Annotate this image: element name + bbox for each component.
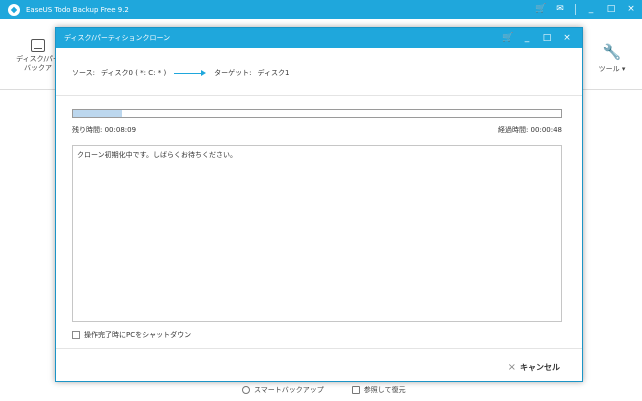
app-title: EaseUS Todo Backup Free 9.2 xyxy=(26,5,129,14)
dialog-cart-icon[interactable]: 🛒 xyxy=(502,33,513,43)
arrow-right-icon xyxy=(174,69,207,77)
elapsed-time-value: 00:00:48 xyxy=(530,126,562,134)
tools-button[interactable]: 🔧 ツール ▾ xyxy=(594,44,630,74)
source-target-row: ソース: ディスク0 ( *: C: * ) ターゲット: ディスク1 xyxy=(72,68,290,78)
target-label: ターゲット: xyxy=(214,69,252,77)
elapsed-time: 経過時間: 00:00:48 xyxy=(498,125,562,135)
disk-icon xyxy=(31,39,45,52)
feedback-icon[interactable]: ✉ xyxy=(555,5,565,14)
cancel-button[interactable]: × キャンセル xyxy=(508,362,560,373)
cancel-label: キャンセル xyxy=(520,363,560,372)
bottom-links: スマートバックアップ 参照して復元 xyxy=(242,385,406,395)
titlebar-separator xyxy=(575,4,576,15)
dialog-minimize-button[interactable]: _ xyxy=(522,33,532,43)
log-text: クローン初期化中です。しばらくお待ちください。 xyxy=(77,151,237,159)
source-label: ソース: xyxy=(72,69,96,77)
smart-backup-link[interactable]: スマートバックアップ xyxy=(242,385,324,395)
app-logo-icon xyxy=(8,3,20,16)
close-button[interactable]: × xyxy=(626,5,636,14)
dialog-maximize-button[interactable]: □ xyxy=(542,33,552,43)
remaining-time: 残り時間: 00:08:09 xyxy=(72,125,136,135)
app-window-controls: 🛒 ✉ _ □ × xyxy=(535,0,636,19)
dialog-title: ディスク/パーティションクローン xyxy=(64,34,171,42)
folder-icon xyxy=(351,386,360,394)
source-value: ディスク0 ( *: C: * ) xyxy=(101,69,167,77)
target-value: ディスク1 xyxy=(257,69,290,77)
maximize-button[interactable]: □ xyxy=(606,5,616,14)
browse-restore-link[interactable]: 参照して復元 xyxy=(351,385,406,395)
wrench-icon: 🔧 xyxy=(602,43,622,61)
dialog-close-button[interactable]: × xyxy=(562,33,572,43)
elapsed-time-label: 経過時間: xyxy=(497,126,529,134)
cart-icon[interactable]: 🛒 xyxy=(535,5,546,14)
tools-label: ツール ▾ xyxy=(598,65,626,73)
shutdown-option[interactable]: 操作完了時にPCをシャットダウン xyxy=(72,330,191,340)
shutdown-checkbox[interactable] xyxy=(72,331,80,339)
dialog-window-controls: 🛒 _ □ × xyxy=(502,28,572,48)
clone-dialog: ディスク/パーティションクローン 🛒 _ □ × ソース: ディスク0 ( *:… xyxy=(55,27,583,382)
app-titlebar: EaseUS Todo Backup Free 9.2 🛒 ✉ _ □ × xyxy=(0,0,642,19)
minimize-button[interactable]: _ xyxy=(586,5,596,14)
progress-bar xyxy=(72,109,562,118)
cancel-x-icon: × xyxy=(507,362,516,373)
dialog-divider xyxy=(56,95,582,96)
dialog-footer-divider xyxy=(56,348,582,349)
browse-restore-label: 参照して復元 xyxy=(363,386,406,394)
remaining-time-label: 残り時間: xyxy=(72,126,103,134)
remaining-time-value: 00:08:09 xyxy=(104,126,137,134)
progress-bar-fill xyxy=(73,110,122,117)
log-box[interactable]: クローン初期化中です。しばらくお待ちください。 xyxy=(72,145,562,322)
smart-backup-icon xyxy=(242,386,250,394)
shutdown-label: 操作完了時にPCをシャットダウン xyxy=(84,331,192,339)
smart-backup-label: スマートバックアップ xyxy=(254,386,324,394)
dialog-titlebar: ディスク/パーティションクローン 🛒 _ □ × xyxy=(56,28,582,48)
